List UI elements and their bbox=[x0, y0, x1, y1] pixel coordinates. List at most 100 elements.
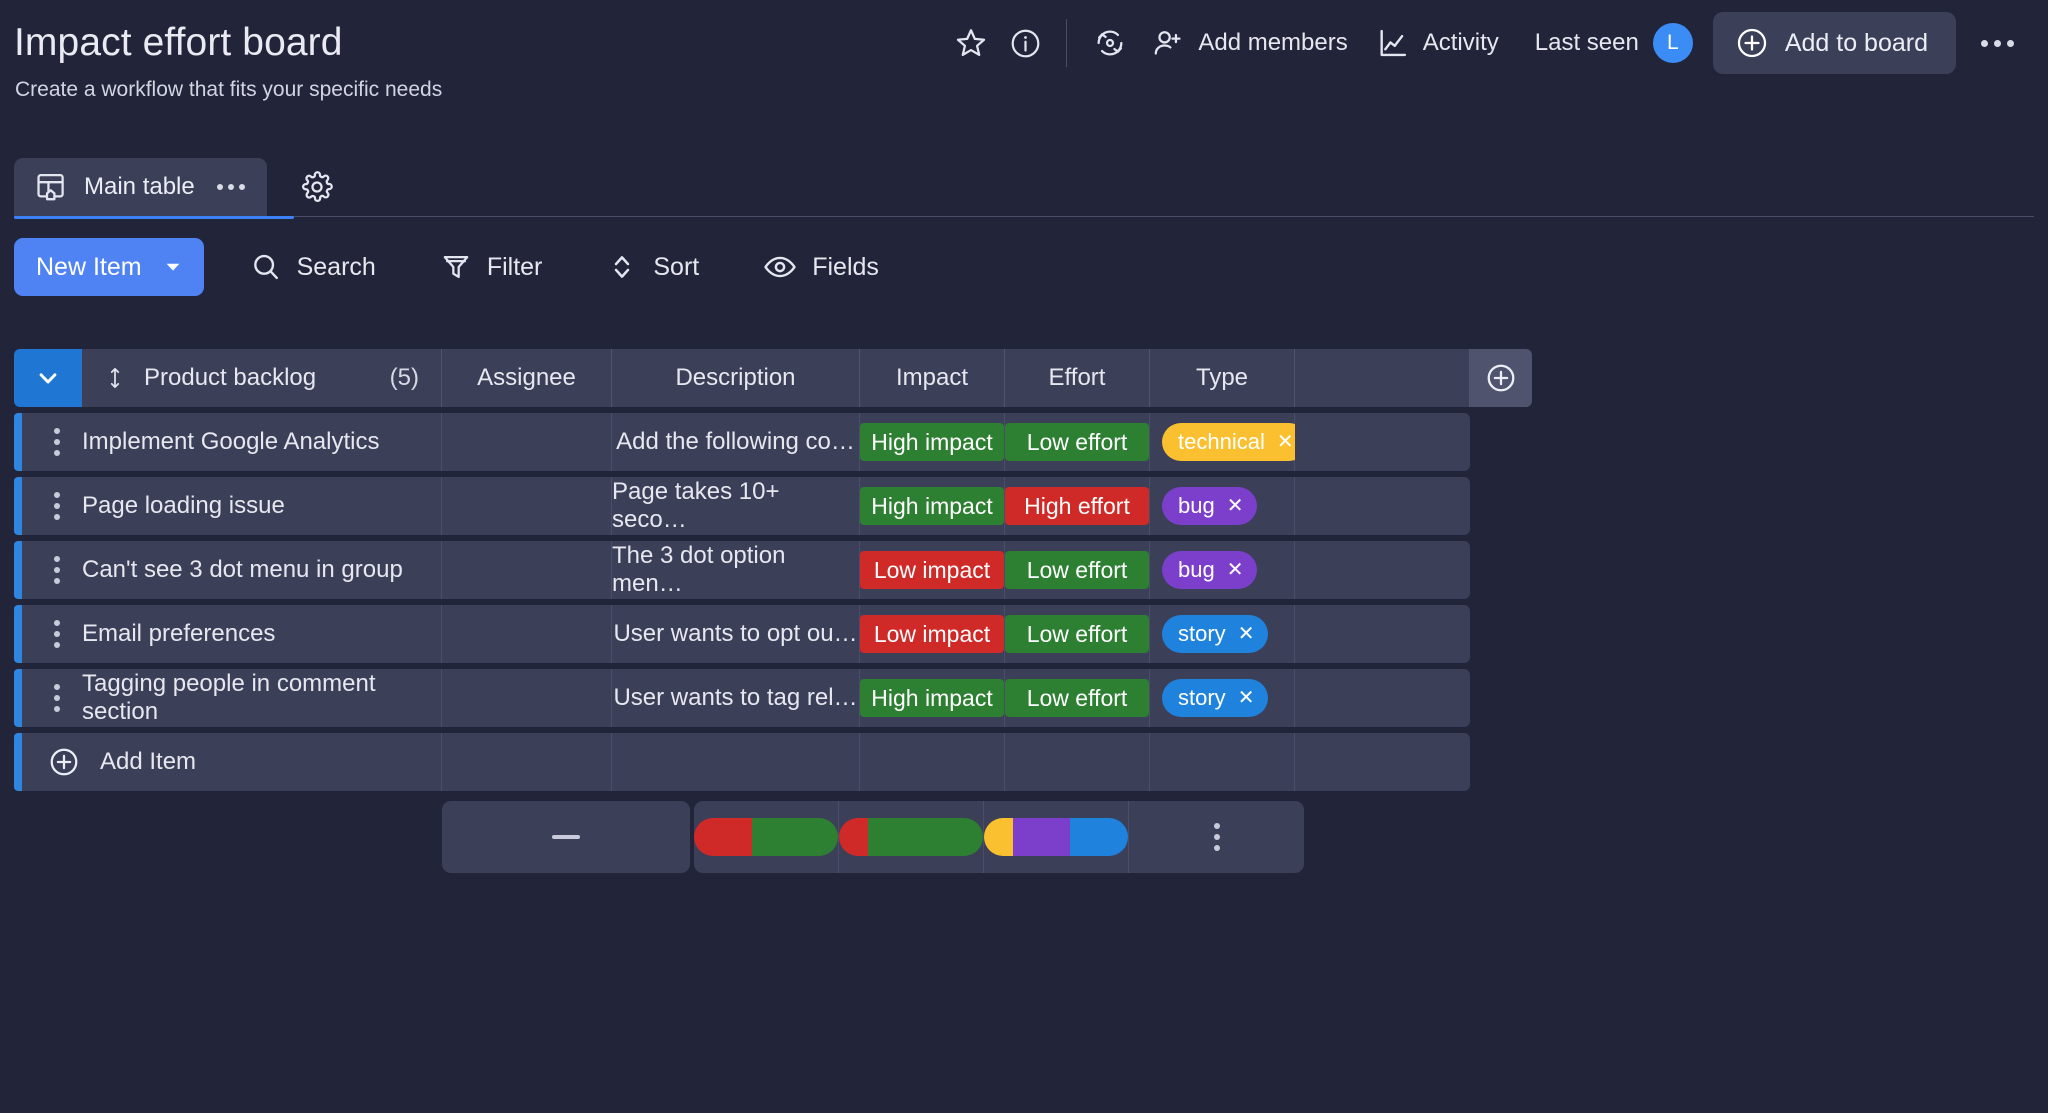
drag-vertical-icon[interactable] bbox=[104, 365, 126, 391]
type-tag[interactable]: story ✕ bbox=[1162, 615, 1269, 653]
row-impact-cell[interactable]: High impact bbox=[860, 477, 1005, 535]
summary-assignee-cell[interactable] bbox=[442, 801, 690, 873]
filter-button[interactable]: Filter bbox=[422, 241, 561, 293]
row-menu-icon[interactable] bbox=[54, 556, 60, 584]
column-header-assignee[interactable]: Assignee bbox=[442, 349, 612, 407]
add-item-row[interactable]: Add Item bbox=[14, 733, 2034, 791]
row-effort-cell[interactable]: High effort bbox=[1005, 477, 1150, 535]
row-effort-cell[interactable]: Low effort bbox=[1005, 605, 1150, 663]
tab-options-ellipsis-icon[interactable] bbox=[216, 184, 245, 190]
row-name-cell[interactable]: Implement Google Analytics bbox=[22, 413, 442, 471]
row-type-cell[interactable]: technical ✕ bbox=[1150, 413, 1308, 471]
remove-tag-icon[interactable]: ✕ bbox=[1238, 624, 1255, 644]
remove-tag-icon[interactable]: ✕ bbox=[1277, 432, 1294, 452]
row-menu-icon[interactable] bbox=[54, 428, 60, 456]
impact-status-pill[interactable]: Low impact bbox=[860, 551, 1004, 589]
row-assignee-cell[interactable] bbox=[442, 605, 612, 663]
row-type-cell[interactable]: story ✕ bbox=[1150, 669, 1295, 727]
row-menu-icon[interactable] bbox=[54, 684, 60, 712]
type-tag[interactable]: bug ✕ bbox=[1162, 487, 1258, 525]
row-description-cell[interactable]: User wants to opt ou… bbox=[612, 605, 860, 663]
last-seen-button[interactable]: Last seen L bbox=[1535, 23, 1693, 63]
summary-menu-button[interactable] bbox=[1129, 801, 1304, 873]
row-assignee-cell[interactable] bbox=[442, 477, 612, 535]
row-menu-icon[interactable] bbox=[54, 620, 60, 648]
row-description-cell[interactable]: User wants to tag rel… bbox=[612, 669, 860, 727]
effort-status-pill[interactable]: Low effort bbox=[1005, 423, 1149, 461]
column-header-effort[interactable]: Effort bbox=[1005, 349, 1150, 407]
row-type-cell[interactable]: bug ✕ bbox=[1150, 477, 1295, 535]
group-collapse-button[interactable] bbox=[14, 349, 82, 407]
row-effort-cell[interactable]: Low effort bbox=[1005, 669, 1150, 727]
type-tag[interactable]: bug ✕ bbox=[1162, 551, 1258, 589]
row-effort-cell[interactable]: Low effort bbox=[1005, 541, 1150, 599]
row-tail-spacer bbox=[1470, 477, 1532, 535]
row-description-cell[interactable]: Page takes 10+ seco… bbox=[612, 477, 860, 535]
type-tag[interactable]: technical ✕ bbox=[1162, 423, 1308, 461]
row-assignee-cell[interactable] bbox=[442, 413, 612, 471]
row-name-cell[interactable]: Page loading issue bbox=[22, 477, 442, 535]
tab-underline-active bbox=[14, 216, 294, 219]
row-assignee-cell[interactable] bbox=[442, 541, 612, 599]
add-members-button[interactable]: Add members bbox=[1137, 17, 1361, 69]
board-more-options-button[interactable] bbox=[1968, 16, 2026, 70]
star-icon[interactable] bbox=[944, 16, 998, 70]
summary-spacer-left bbox=[14, 801, 442, 873]
effort-status-pill[interactable]: High effort bbox=[1005, 487, 1149, 525]
row-impact-cell[interactable]: Low impact bbox=[860, 605, 1005, 663]
type-tag[interactable]: story ✕ bbox=[1162, 679, 1269, 717]
row-name-cell[interactable]: Tagging people in comment section bbox=[22, 669, 442, 727]
group-title-cell[interactable]: Product backlog (5) bbox=[82, 349, 442, 407]
summary-type-cell[interactable] bbox=[984, 801, 1129, 873]
ellipsis-horizontal-icon bbox=[1980, 39, 2014, 47]
impact-status-pill[interactable]: Low impact bbox=[860, 615, 1004, 653]
column-header-impact[interactable]: Impact bbox=[860, 349, 1005, 407]
effort-status-pill[interactable]: Low effort bbox=[1005, 615, 1149, 653]
table-row[interactable]: Page loading issue Page takes 10+ seco… Hi… bbox=[14, 477, 2034, 535]
table-row[interactable]: Can't see 3 dot menu in group The 3 dot o… bbox=[14, 541, 2034, 599]
row-impact-cell[interactable]: Low impact bbox=[860, 541, 1005, 599]
fields-button[interactable]: Fields bbox=[745, 240, 897, 294]
impact-status-pill[interactable]: High impact bbox=[860, 487, 1004, 525]
activity-button[interactable]: Activity bbox=[1362, 17, 1513, 69]
table-row[interactable]: Email preferences User wants to opt ou… Lo… bbox=[14, 605, 2034, 663]
summary-impact-cell[interactable] bbox=[694, 801, 839, 873]
row-name-cell[interactable]: Can't see 3 dot menu in group bbox=[22, 541, 442, 599]
row-description-cell[interactable]: Add the following co… bbox=[612, 413, 860, 471]
row-type-cell[interactable]: bug ✕ bbox=[1150, 541, 1295, 599]
row-effort-cell[interactable]: Low effort bbox=[1005, 413, 1150, 471]
effort-status-pill[interactable]: Low effort bbox=[1005, 551, 1149, 589]
row-assignee-cell[interactable] bbox=[442, 669, 612, 727]
row-name-cell[interactable]: Email preferences bbox=[22, 605, 442, 663]
remove-tag-icon[interactable]: ✕ bbox=[1238, 688, 1255, 708]
impact-status-pill[interactable]: High impact bbox=[860, 423, 1004, 461]
column-header-type[interactable]: Type bbox=[1150, 349, 1295, 407]
new-item-button[interactable]: New Item bbox=[14, 238, 204, 296]
row-description-cell[interactable]: The 3 dot option men… bbox=[612, 541, 860, 599]
sort-button[interactable]: Sort bbox=[588, 241, 717, 293]
table-row[interactable]: Implement Google Analytics Add the follow… bbox=[14, 413, 2034, 471]
avatar[interactable]: L bbox=[1652, 23, 1693, 63]
impact-status-pill[interactable]: High impact bbox=[860, 679, 1004, 717]
tab-main-table[interactable]: Main table bbox=[14, 158, 267, 216]
add-column-button[interactable] bbox=[1470, 349, 1532, 407]
search-button[interactable]: Search bbox=[232, 241, 394, 293]
chevron-down-icon[interactable] bbox=[162, 238, 204, 296]
add-item-button[interactable]: Add Item bbox=[22, 733, 442, 791]
info-circle-icon[interactable] bbox=[998, 16, 1052, 70]
summary-bar-segment bbox=[1070, 818, 1128, 856]
remove-tag-icon[interactable]: ✕ bbox=[1227, 496, 1244, 516]
summary-effort-cell[interactable] bbox=[839, 801, 984, 873]
row-type-cell[interactable]: story ✕ bbox=[1150, 605, 1295, 663]
row-menu-icon[interactable] bbox=[54, 492, 60, 520]
table-row[interactable]: Tagging people in comment section User wa… bbox=[14, 669, 2034, 727]
refresh-sync-icon[interactable] bbox=[1083, 16, 1137, 70]
add-to-board-button[interactable]: Add to board bbox=[1712, 12, 1956, 74]
column-header-description[interactable]: Description bbox=[612, 349, 860, 407]
row-impact-cell[interactable]: High impact bbox=[860, 413, 1005, 471]
effort-status-pill[interactable]: Low effort bbox=[1005, 679, 1149, 717]
row-accent-bar bbox=[14, 669, 22, 727]
gear-icon[interactable] bbox=[291, 161, 343, 213]
row-impact-cell[interactable]: High impact bbox=[860, 669, 1005, 727]
remove-tag-icon[interactable]: ✕ bbox=[1227, 560, 1244, 580]
